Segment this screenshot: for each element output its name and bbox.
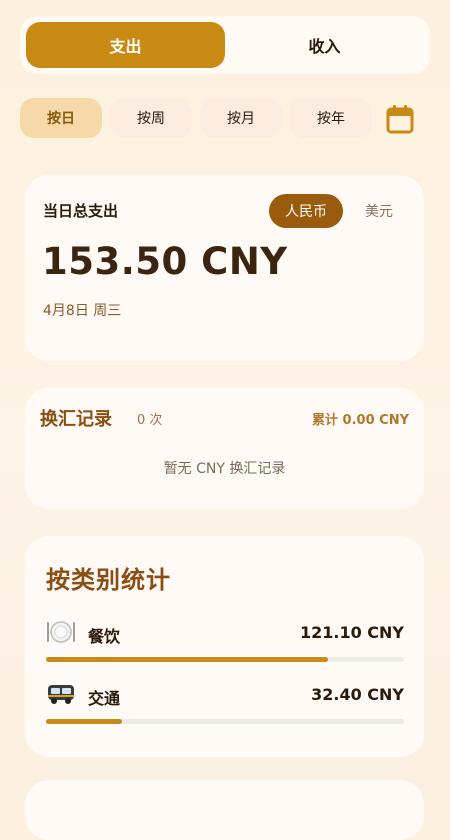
summary-date: 4月8日 周三 bbox=[43, 303, 122, 319]
bus-icon bbox=[48, 685, 74, 704]
calendar-icon[interactable] bbox=[386, 104, 414, 134]
category-progress-fill bbox=[46, 657, 329, 662]
plate-icon bbox=[47, 621, 75, 643]
category-progress-track bbox=[46, 657, 404, 662]
category-amount: 121.10 CNY bbox=[299, 623, 404, 642]
exchange-total: 累计 0.00 CNY bbox=[312, 413, 409, 428]
exchange-empty-text: 暂无 CNY 换汇记录 bbox=[163, 461, 286, 477]
expense-tab[interactable]: 支出 bbox=[26, 22, 225, 68]
category-progress-track bbox=[46, 719, 404, 724]
exchange-count: 0 次 bbox=[137, 413, 163, 428]
category-stats-card: 按类别统计 餐饮 121.10 CNY 交通 32.40 CNY bbox=[25, 536, 424, 757]
category-amount: 32.40 CNY bbox=[311, 685, 404, 704]
currency-usd-button[interactable]: 美元 bbox=[349, 194, 409, 228]
category-name: 餐饮 bbox=[88, 627, 121, 646]
period-tab-week[interactable]: 按周 bbox=[110, 98, 192, 138]
period-tab-month[interactable]: 按月 bbox=[200, 98, 282, 138]
total-amount: 153.50 CNY bbox=[42, 240, 288, 283]
currency-cny-button[interactable]: 人民币 bbox=[269, 194, 343, 228]
category-name: 交通 bbox=[88, 689, 121, 708]
currency-toggle: 人民币 美元 bbox=[269, 194, 409, 228]
next-card bbox=[25, 780, 424, 840]
period-selector: 按日 按周 按月 按年 bbox=[20, 98, 372, 138]
type-segmented-control: 支出 收入 bbox=[20, 16, 430, 74]
period-tab-day[interactable]: 按日 bbox=[20, 98, 102, 138]
exchange-record-card: 换汇记录 0 次 累计 0.00 CNY 暂无 CNY 换汇记录 bbox=[25, 388, 424, 509]
income-tab[interactable]: 收入 bbox=[225, 22, 424, 68]
exchange-title: 换汇记录 bbox=[40, 409, 112, 430]
summary-title: 当日总支出 bbox=[43, 202, 119, 220]
category-stats-title: 按类别统计 bbox=[46, 566, 171, 594]
daily-summary-card: 当日总支出 人民币 美元 153.50 CNY 4月8日 周三 bbox=[25, 175, 424, 361]
period-tab-year[interactable]: 按年 bbox=[290, 98, 372, 138]
category-progress-fill bbox=[46, 719, 122, 724]
